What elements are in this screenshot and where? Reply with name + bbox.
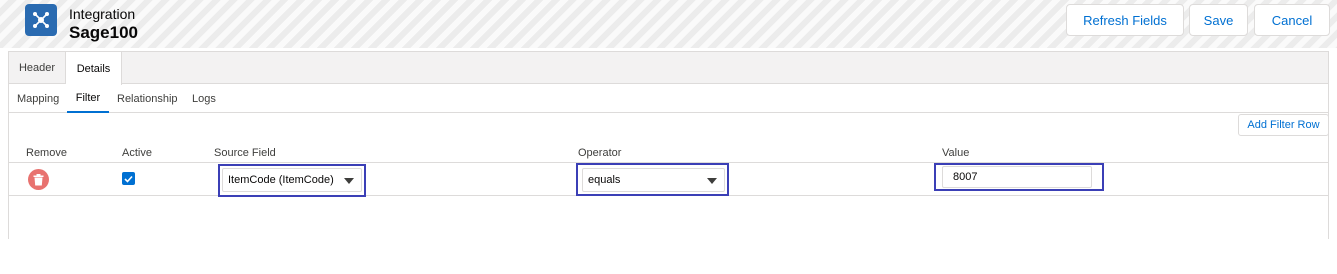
record-header: Integration Sage100 Refresh Fields Save … — [0, 0, 1337, 48]
object-label: Integration — [69, 6, 136, 22]
filter-table-header: Remove Active Source Field Operator Valu… — [9, 145, 1328, 163]
filter-row: ItemCode (ItemCode) equals — [9, 163, 1328, 197]
refresh-fields-button[interactable]: Refresh Fields — [1066, 4, 1184, 36]
record-name: Sage100 — [69, 23, 138, 42]
subtab-bar: Mapping Filter Relationship Logs — [9, 85, 1328, 113]
column-header-active: Active — [122, 147, 152, 159]
add-filter-row-button[interactable]: Add Filter Row — [1238, 114, 1329, 136]
remove-row-button[interactable] — [28, 169, 49, 190]
active-checkbox[interactable] — [122, 172, 135, 185]
subtab-filter[interactable]: Filter — [67, 85, 109, 113]
tab-bar: Header Details — [9, 52, 1328, 85]
source-field-select[interactable]: ItemCode (ItemCode) — [222, 168, 362, 192]
tab-header[interactable]: Header — [9, 52, 66, 84]
source-field-value: ItemCode (ItemCode) — [228, 174, 334, 186]
subtab-logs[interactable]: Logs — [192, 85, 216, 113]
integration-nodes-icon — [25, 4, 57, 36]
column-header-remove: Remove — [26, 147, 67, 159]
trash-icon — [33, 173, 44, 185]
value-input[interactable] — [942, 166, 1092, 188]
subtab-mapping[interactable]: Mapping — [17, 85, 59, 113]
cancel-button[interactable]: Cancel — [1254, 4, 1330, 36]
column-header-operator: Operator — [578, 147, 622, 159]
tab-details[interactable]: Details — [66, 52, 122, 85]
checkmark-icon — [124, 175, 133, 183]
column-header-source-field: Source Field — [214, 147, 276, 159]
operator-select[interactable]: equals — [582, 168, 725, 192]
save-button[interactable]: Save — [1189, 4, 1248, 36]
operator-value: equals — [588, 174, 621, 186]
subtab-relationship[interactable]: Relationship — [117, 85, 178, 113]
details-card: Header Details Mapping Filter Relationsh… — [8, 51, 1329, 239]
chevron-down-icon — [344, 178, 354, 184]
column-header-value: Value — [942, 147, 970, 159]
chevron-down-icon — [707, 178, 717, 184]
